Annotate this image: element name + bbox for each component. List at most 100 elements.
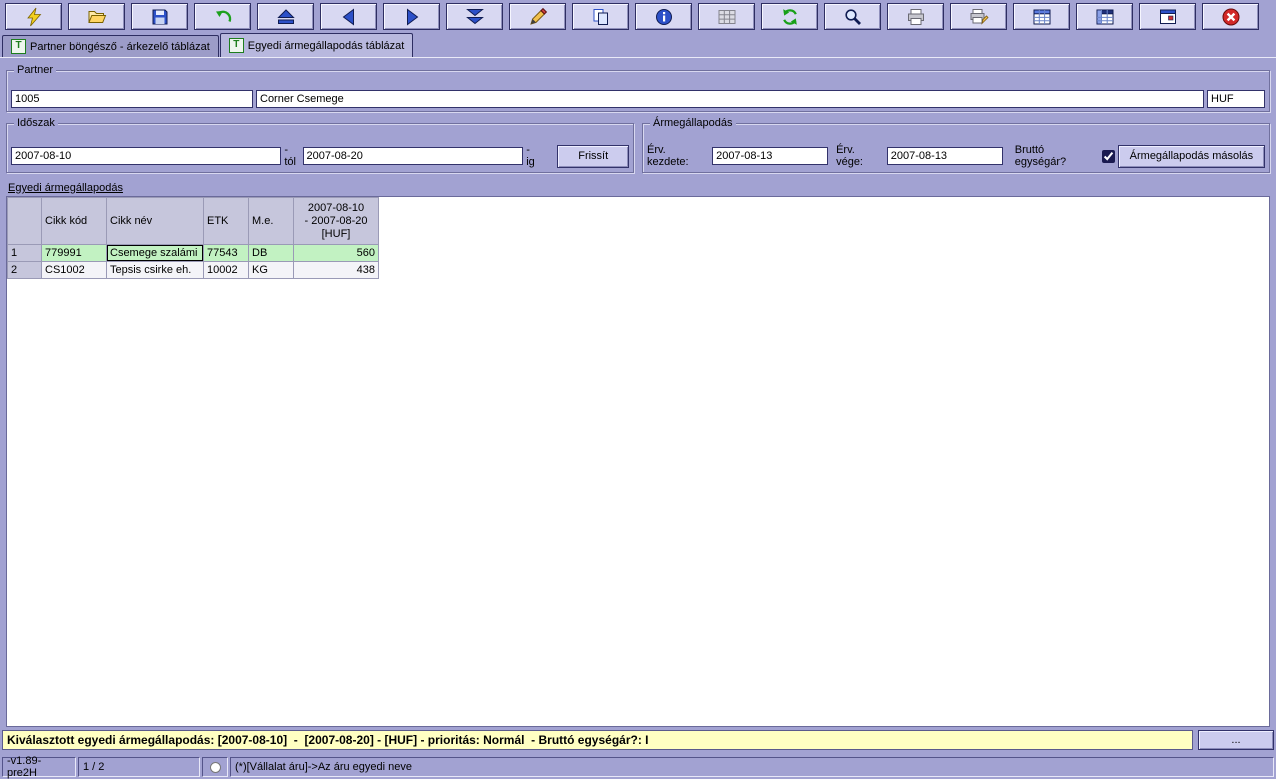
date-to-input[interactable] [303, 147, 524, 165]
partner-groupbox: Partner [6, 70, 1270, 112]
table-cell[interactable]: KG [249, 262, 294, 279]
note-text: (*)[Vállalat áru]->Az áru egyedi neve [235, 761, 412, 773]
tab-strip: T Partner böngésző - árkezelő táblázat T… [0, 32, 1276, 58]
version-panel: -v1.89-pre2H [2, 757, 76, 777]
toolbar-button-lightning[interactable] [5, 3, 62, 30]
toolbar-button-undo[interactable] [194, 3, 251, 30]
double-arrow-down-icon [465, 7, 485, 27]
gross-unit-price-label: Bruttó egységár? [1015, 144, 1097, 168]
open-folder-icon [87, 7, 107, 27]
table-cell[interactable]: DB [249, 245, 294, 262]
more-button[interactable]: ... [1198, 730, 1274, 750]
table-cell[interactable]: CS1002 [42, 262, 107, 279]
start-date-input[interactable] [712, 147, 828, 165]
page-indicator-text: 1 / 2 [83, 761, 104, 773]
partner-code-input[interactable] [11, 90, 253, 108]
gross-checkbox[interactable] [1102, 150, 1115, 163]
column-header[interactable]: 2007-08-10 - 2007-08-20 [HUF] [294, 198, 379, 245]
table-tab-icon: T [11, 39, 26, 54]
toolbar-button-grid[interactable] [698, 3, 755, 30]
save-icon [150, 7, 170, 27]
column-header[interactable]: M.e. [249, 198, 294, 245]
toolbar-button-last[interactable] [446, 3, 503, 30]
table-cell[interactable]: 779991 [42, 245, 107, 262]
toolbar-button-eject[interactable] [257, 3, 314, 30]
toolbar-button-edit[interactable] [509, 3, 566, 30]
toolbar-button-info[interactable] [635, 3, 692, 30]
refresh-button[interactable]: Frissít [557, 145, 629, 168]
undo-arrow-icon [213, 7, 233, 27]
row-number-cell[interactable]: 1 [8, 245, 42, 262]
table-cell[interactable]: 77543 [204, 245, 249, 262]
price-table-header-row: Cikk kódCikk névETKM.e.2007-08-10 - 2007… [8, 198, 379, 245]
selection-status-bar: Kiválasztott egyedi ármegállapodás: [200… [2, 730, 1193, 750]
column-header[interactable]: ETK [204, 198, 249, 245]
tab-egyedi-armegallapodas[interactable]: T Egyedi ármegállapodás táblázat [220, 33, 414, 57]
idoszak-groupbox: Időszak -tól -ig Frissít [6, 123, 634, 173]
toolbar-button-print[interactable] [887, 3, 944, 30]
date-from-input[interactable] [11, 147, 281, 165]
column-header[interactable]: Cikk név [107, 198, 204, 245]
exit-icon [1221, 7, 1241, 27]
toolbar-button-copy[interactable] [572, 3, 629, 30]
table-section-label[interactable]: Egyedi ármegállapodás [8, 182, 1270, 194]
row-number-cell[interactable]: 2 [8, 262, 42, 279]
arrow-left-icon [339, 7, 359, 27]
selection-status-row: Kiválasztott egyedi ármegállapodás: [200… [2, 730, 1274, 750]
table-grid-dark-icon [1095, 7, 1115, 27]
toolbar-button-refresh[interactable] [761, 3, 818, 30]
toolbar-button-next[interactable] [383, 3, 440, 30]
table-row[interactable]: 1779991Csemege szalámi77543DB560 [8, 245, 379, 262]
toolbar-button-table-dark[interactable] [1076, 3, 1133, 30]
toolbar-button-prev[interactable] [320, 3, 377, 30]
armegallapodas-group-label: Ármegállapodás [650, 117, 736, 129]
price-table-body: 1779991Csemege szalámi77543DB5602CS1002T… [8, 245, 379, 279]
end-date-label: Érv. vége: [836, 144, 884, 168]
toolbar-button-exit[interactable] [1202, 3, 1259, 30]
copy-agreement-button[interactable]: Ármegállapodás másolás [1118, 145, 1265, 168]
partner-currency-input[interactable] [1207, 90, 1265, 108]
price-table: Cikk kódCikk névETKM.e.2007-08-10 - 2007… [7, 197, 379, 279]
refresh-icon [780, 7, 800, 27]
toolbar-button-open[interactable] [68, 3, 125, 30]
table-cell[interactable]: 10002 [204, 262, 249, 279]
lightning-icon [24, 7, 44, 27]
table-cell[interactable]: Tepsis csirke eh. [107, 262, 204, 279]
status-radio[interactable] [210, 762, 221, 773]
tab-label: Egyedi ármegállapodás táblázat [248, 40, 405, 52]
toolbar-button-save[interactable] [131, 3, 188, 30]
table-cell[interactable]: 560 [294, 245, 379, 262]
table-cell[interactable]: Csemege szalámi [107, 245, 204, 262]
partner-name-input[interactable] [256, 90, 1204, 108]
printer-icon [906, 7, 926, 27]
to-suffix-label: -ig [526, 144, 538, 168]
radio-panel [202, 757, 228, 777]
info-icon [654, 7, 674, 27]
table-grid-icon [1032, 7, 1052, 27]
end-date-input[interactable] [887, 147, 1003, 165]
bottom-status-bar: -v1.89-pre2H 1 / 2 (*)[Vállalat áru]->Az… [2, 757, 1274, 777]
search-icon [843, 7, 863, 27]
partner-group-label: Partner [14, 64, 56, 76]
toolbar [0, 0, 1276, 32]
row-number-header[interactable] [8, 198, 42, 245]
toolbar-button-print-setup[interactable] [950, 3, 1007, 30]
grid-disabled-icon [717, 7, 737, 27]
from-suffix-label: -tól [284, 144, 299, 168]
table-row[interactable]: 2CS1002Tepsis csirke eh.10002KG438 [8, 262, 379, 279]
copy-document-icon [591, 7, 611, 27]
note-panel: (*)[Vállalat áru]->Az áru egyedi neve [230, 757, 1274, 777]
toolbar-button-table[interactable] [1013, 3, 1070, 30]
main-content: Partner Időszak -tól -ig Frissít Ármegál… [0, 58, 1276, 727]
toolbar-button-search[interactable] [824, 3, 881, 30]
edit-pencil-icon [528, 7, 548, 27]
table-cell[interactable]: 438 [294, 262, 379, 279]
eject-up-icon [276, 7, 296, 27]
arrow-right-icon [402, 7, 422, 27]
tab-partner-browser[interactable]: T Partner böngésző - árkezelő táblázat [2, 35, 219, 57]
column-header[interactable]: Cikk kód [42, 198, 107, 245]
page-indicator-panel: 1 / 2 [78, 757, 200, 777]
idoszak-group-label: Időszak [14, 117, 58, 129]
toolbar-button-windows[interactable] [1139, 3, 1196, 30]
start-date-label: Érv. kezdete: [647, 144, 709, 168]
